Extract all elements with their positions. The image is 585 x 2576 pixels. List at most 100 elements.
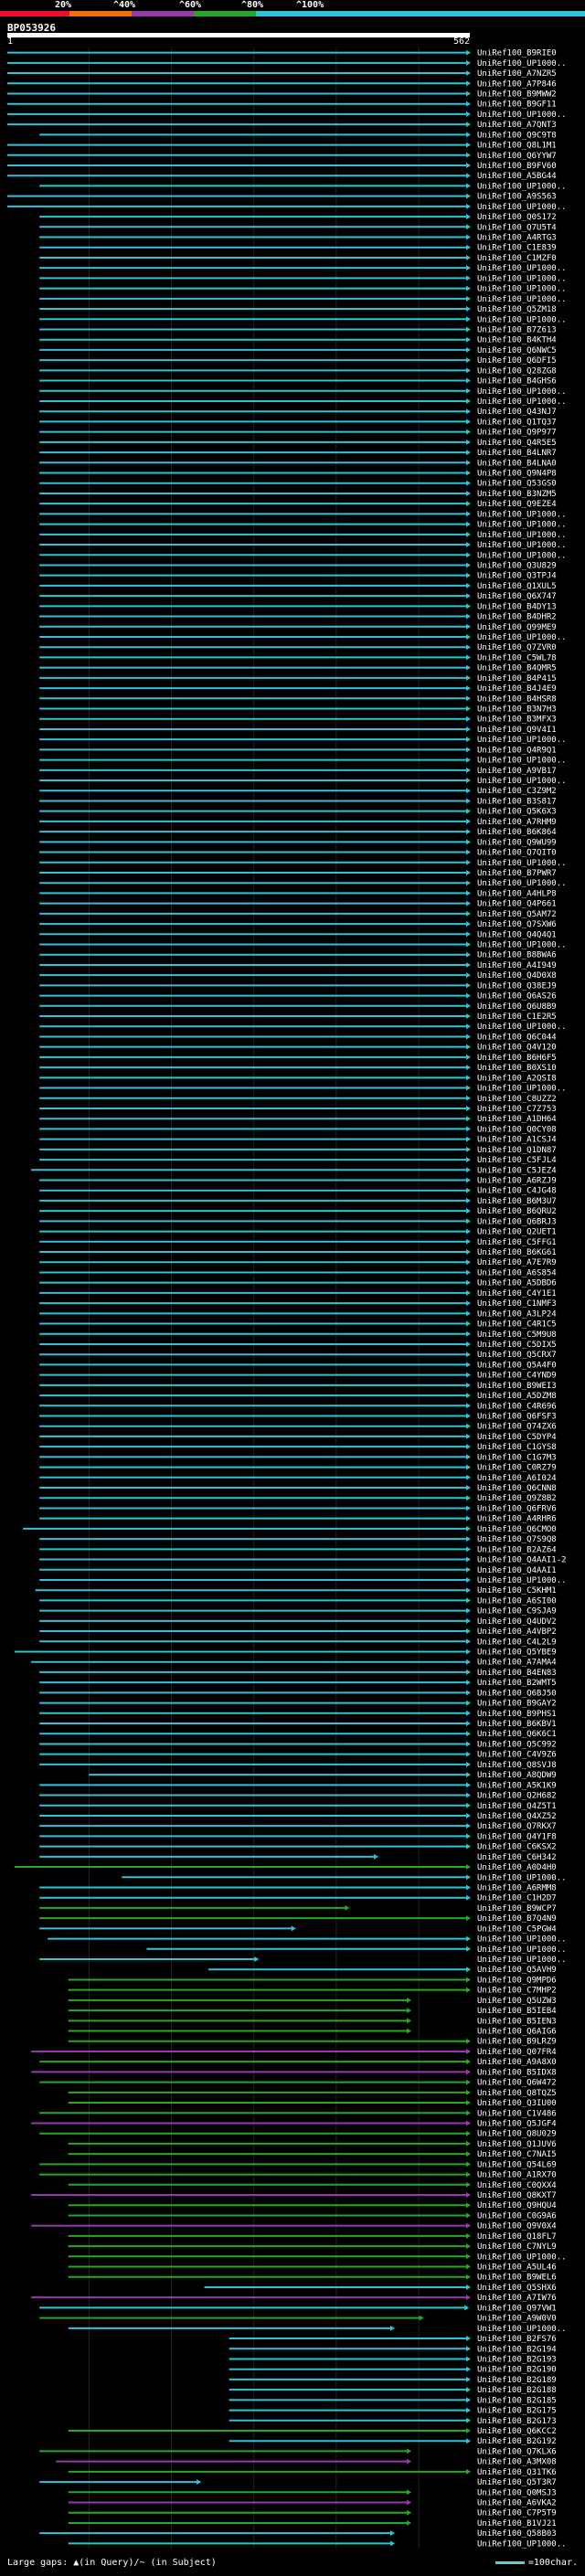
hit-label[interactable]: UniRef100_Q6AS26 <box>477 992 557 1002</box>
hit-label[interactable]: UniRef100_Q4AAI1 <box>477 1566 557 1575</box>
hit-label[interactable]: UniRef100_C1MZF0 <box>477 254 557 263</box>
hit-label[interactable]: UniRef100_Q9EZE4 <box>477 500 557 509</box>
hit-label[interactable]: UniRef100_Q9P977 <box>477 429 557 438</box>
hit-label[interactable]: UniRef100_UP1000.. <box>477 859 567 868</box>
hit-label[interactable]: UniRef100_B6QRU2 <box>477 1207 557 1216</box>
hit-label[interactable]: UniRef100_Q8KXT7 <box>477 2191 557 2200</box>
hit-label[interactable]: UniRef100_B4QMR5 <box>477 664 557 673</box>
hit-label[interactable]: UniRef100_Q5UZW3 <box>477 1997 557 2006</box>
hit-label[interactable]: UniRef100_A4RTG3 <box>477 234 557 243</box>
hit-label[interactable]: UniRef100_C1NMF3 <box>477 1299 557 1309</box>
hit-label[interactable]: UniRef100_Q5K6X3 <box>477 808 557 817</box>
hit-label[interactable]: UniRef100_A6RMM8 <box>477 1883 557 1892</box>
hit-label[interactable]: UniRef100_B4J4E9 <box>477 684 557 694</box>
hit-label[interactable]: UniRef100_C7Z753 <box>477 1105 557 1114</box>
hit-label[interactable]: UniRef100_Q7U5T4 <box>477 223 557 232</box>
hit-label[interactable]: UniRef100_B2G190 <box>477 2366 557 2375</box>
hit-label[interactable]: UniRef100_C5JEZ4 <box>477 1166 557 1175</box>
hit-label[interactable]: UniRef100_Q0CY08 <box>477 1125 557 1134</box>
hit-label[interactable]: UniRef100_C1E839 <box>477 244 557 253</box>
hit-label[interactable]: UniRef100_Q8L1M1 <box>477 142 557 151</box>
hit-label[interactable]: UniRef100_Q3IU00 <box>477 2099 557 2108</box>
hit-label[interactable]: UniRef100_Q6YYW7 <box>477 152 557 161</box>
hit-label[interactable]: UniRef100_C6KSX2 <box>477 1843 557 1852</box>
hit-label[interactable]: UniRef100_Q9N4P8 <box>477 470 557 479</box>
hit-label[interactable]: UniRef100_B4DHR2 <box>477 613 557 622</box>
hit-label[interactable]: UniRef100_B5IEN3 <box>477 2017 557 2026</box>
hit-label[interactable]: UniRef100_Q7ZVR0 <box>477 643 557 652</box>
hit-label[interactable]: UniRef100_Q9HQU4 <box>477 2201 557 2210</box>
hit-label[interactable]: UniRef100_Q0MSJ3 <box>477 2488 557 2497</box>
hit-label[interactable]: UniRef100_Q4D0X8 <box>477 971 557 981</box>
hit-label[interactable]: UniRef100_C7NAI5 <box>477 2150 557 2159</box>
hit-label[interactable]: UniRef100_Q6KCC2 <box>477 2427 557 2436</box>
hit-label[interactable]: UniRef100_A7AMA4 <box>477 1659 557 1668</box>
hit-label[interactable]: UniRef100_Q0S172 <box>477 213 557 222</box>
hit-label[interactable]: UniRef100_C1G7M3 <box>477 1453 557 1462</box>
hit-label[interactable]: UniRef100_Q8TQZ5 <box>477 2089 557 2098</box>
hit-label[interactable]: UniRef100_UP1000.. <box>477 203 567 212</box>
hit-label[interactable]: UniRef100_UP1000.. <box>477 2325 567 2334</box>
hit-label[interactable]: UniRef100_Q6C044 <box>477 1033 557 1042</box>
hit-label[interactable]: UniRef100_B2G173 <box>477 2417 557 2426</box>
hit-label[interactable]: UniRef100_B6M3U7 <box>477 1197 557 1206</box>
hit-label[interactable]: UniRef100_Q4R9Q1 <box>477 746 557 755</box>
hit-label[interactable]: UniRef100_Q9WU99 <box>477 838 557 847</box>
hit-label[interactable]: UniRef100_B5IDX8 <box>477 2068 557 2077</box>
hit-label[interactable]: UniRef100_Q1TQ37 <box>477 418 557 427</box>
hit-label[interactable]: UniRef100_A5DBD6 <box>477 1279 557 1288</box>
hit-label[interactable]: UniRef100_Q6BJ50 <box>477 1689 557 1698</box>
hit-label[interactable]: UniRef100_A5UL46 <box>477 2263 557 2273</box>
hit-label[interactable]: UniRef100_Q6AIG6 <box>477 2028 557 2037</box>
hit-label[interactable]: UniRef100_Q4V120 <box>477 1044 557 1053</box>
hit-label[interactable]: UniRef100_B8BWA6 <box>477 951 557 960</box>
hit-label[interactable]: UniRef100_A0D4H0 <box>477 1863 557 1872</box>
hit-label[interactable]: UniRef100_A7QNT3 <box>477 121 557 130</box>
hit-label[interactable]: UniRef100_UP1000.. <box>477 285 567 294</box>
hit-label[interactable]: UniRef100_C5KHM1 <box>477 1586 557 1595</box>
hit-label[interactable]: UniRef100_UP1000.. <box>477 1956 567 1965</box>
hit-label[interactable]: UniRef100_UP1000.. <box>477 633 567 642</box>
hit-label[interactable]: UniRef100_B9WEL6 <box>477 2274 557 2283</box>
hit-label[interactable]: UniRef100_Q7SXW6 <box>477 920 557 929</box>
hit-label[interactable]: UniRef100_B3MFX3 <box>477 716 557 725</box>
hit-label[interactable]: UniRef100_A1CSJ4 <box>477 1136 557 1145</box>
hit-label[interactable]: UniRef100_B2G194 <box>477 2345 557 2354</box>
hit-label[interactable]: UniRef100_Q5CRX7 <box>477 1351 557 1360</box>
hit-label[interactable]: UniRef100_C6H342 <box>477 1853 557 1862</box>
hit-label[interactable]: UniRef100_B9WEI3 <box>477 1382 557 1391</box>
hit-label[interactable]: UniRef100_A9W0V0 <box>477 2315 557 2324</box>
hit-label[interactable]: UniRef100_B2G193 <box>477 2355 557 2364</box>
hit-label[interactable]: UniRef100_B3N7H3 <box>477 705 557 715</box>
hit-label[interactable]: UniRef100_B2G188 <box>477 2386 557 2395</box>
hit-label[interactable]: UniRef100_A4VBP2 <box>477 1627 557 1637</box>
hit-label[interactable]: UniRef100_Q9V0X4 <box>477 2222 557 2231</box>
hit-label[interactable]: UniRef100_UP1000.. <box>477 736 567 745</box>
hit-label[interactable]: UniRef100_C1V486 <box>477 2109 557 2118</box>
hit-label[interactable]: UniRef100_C4JG48 <box>477 1187 557 1196</box>
hit-label[interactable]: UniRef100_Q5YBE9 <box>477 1648 557 1657</box>
hit-label[interactable]: UniRef100_C5PGW4 <box>477 1924 557 1934</box>
hit-label[interactable]: UniRef100_C8UZZ2 <box>477 1095 557 1104</box>
hit-label[interactable]: UniRef100_UP1000.. <box>477 1085 567 1094</box>
hit-label[interactable]: UniRef100_UP1000.. <box>477 59 567 69</box>
hit-label[interactable]: UniRef100_A7IW76 <box>477 2294 557 2303</box>
hit-label[interactable]: UniRef100_A6SI00 <box>477 1596 557 1606</box>
hit-label[interactable]: UniRef100_B1VJ21 <box>477 2519 557 2528</box>
hit-label[interactable]: UniRef100_UP1000.. <box>477 274 567 283</box>
hit-label[interactable]: UniRef100_B4KTH4 <box>477 336 557 345</box>
hit-label[interactable]: UniRef100_Q38EJ9 <box>477 981 557 991</box>
hit-label[interactable]: UniRef100_C0G9A6 <box>477 2211 557 2221</box>
hit-label[interactable]: UniRef100_Q5T3R7 <box>477 2478 557 2487</box>
hit-label[interactable]: UniRef100_Q5C992 <box>477 1740 557 1749</box>
hit-label[interactable]: UniRef100_B9PHS1 <box>477 1710 557 1719</box>
hit-label[interactable]: UniRef100_C5FJL4 <box>477 1156 557 1165</box>
hit-label[interactable]: UniRef100_B9FV60 <box>477 162 557 171</box>
hit-label[interactable]: UniRef100_UP1000.. <box>477 1023 567 1032</box>
hit-label[interactable]: UniRef100_A7NZR5 <box>477 69 557 79</box>
hit-label[interactable]: UniRef100_Q5ZM18 <box>477 305 557 314</box>
hit-label[interactable]: UniRef100_Q6X747 <box>477 592 557 601</box>
hit-label[interactable]: UniRef100_A9S563 <box>477 193 557 202</box>
hit-label[interactable]: UniRef100_Q9MPD6 <box>477 1976 557 1985</box>
hit-label[interactable]: UniRef100_Q3TPJ4 <box>477 572 557 581</box>
